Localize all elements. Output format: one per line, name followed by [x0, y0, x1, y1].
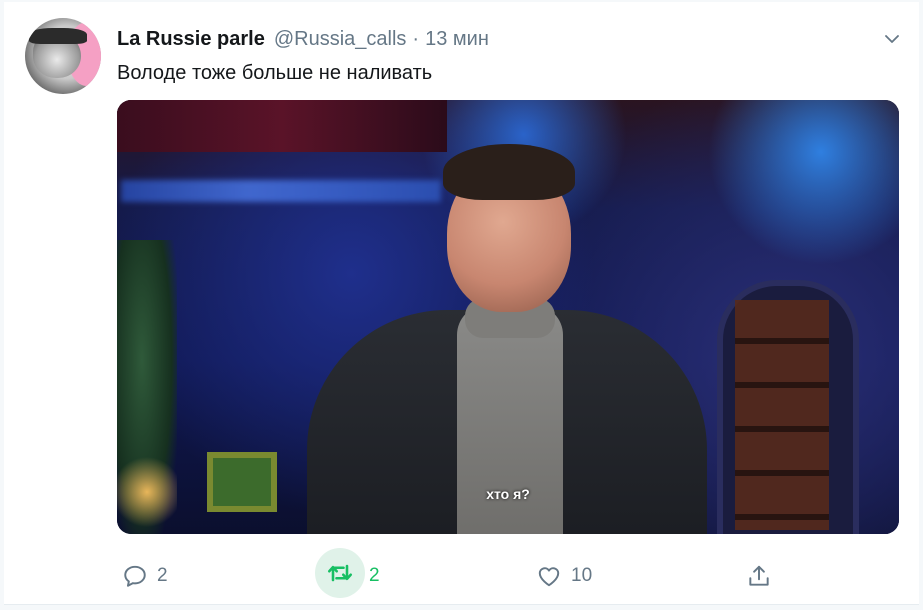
author-name[interactable]: La Russie parle — [117, 28, 265, 51]
media-caption: хто я? — [486, 486, 530, 502]
chevron-down-icon — [885, 35, 899, 43]
tweet-header: La Russie parle @Russia_calls · 13 мин — [117, 26, 489, 52]
like-button[interactable]: 10 — [531, 558, 592, 594]
tweet-timestamp[interactable]: 13 мин — [425, 28, 489, 51]
media-background-gift — [207, 452, 277, 512]
avatar-hat — [29, 28, 87, 44]
tweet-text: Володе тоже больше не наливать — [117, 62, 433, 84]
tweet-actions: 2 2 10 — [117, 547, 769, 598]
share-button[interactable] — [741, 558, 777, 594]
like-count: 10 — [571, 565, 593, 586]
tweet-card[interactable]: La Russie parle @Russia_calls · 13 мин В… — [4, 2, 919, 605]
share-icon — [741, 558, 777, 594]
retweet-button[interactable]: 2 — [315, 547, 380, 598]
avatar[interactable] — [25, 18, 101, 94]
author-handle[interactable]: @Russia_calls — [274, 28, 407, 51]
more-options-button[interactable] — [879, 26, 905, 52]
media-person — [307, 120, 727, 534]
header-separator: · — [412, 27, 420, 50]
reply-count: 2 — [157, 565, 168, 586]
tweet-media-video[interactable]: хто я? — [117, 100, 899, 534]
reply-icon — [117, 558, 153, 594]
retweet-count: 2 — [369, 565, 380, 586]
person-hair — [443, 144, 575, 200]
retweet-icon — [315, 547, 365, 598]
reply-button[interactable]: 2 — [117, 558, 168, 594]
heart-icon — [531, 558, 567, 594]
